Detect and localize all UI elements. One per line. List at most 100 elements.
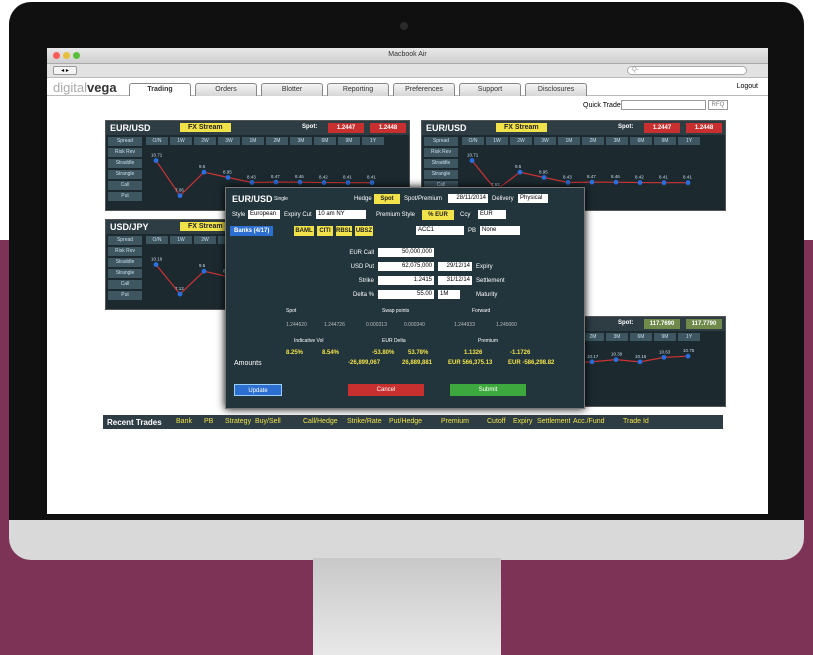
tenor-3m[interactable]: 3M	[606, 333, 628, 341]
column-header[interactable]: Buy/Sell	[255, 418, 281, 425]
tenor-2m[interactable]: 2M	[582, 137, 604, 145]
back-forward-button[interactable]: ◂ ▸	[53, 66, 77, 75]
bid-price-button[interactable]: 117.7690	[644, 319, 680, 329]
currency-pair[interactable]: USD/JPY	[110, 222, 149, 232]
spot-button[interactable]: Spot	[374, 194, 400, 204]
date-field[interactable]: 28/11/2014	[448, 194, 488, 203]
logout-link[interactable]: Logout	[737, 83, 758, 90]
bank-citi-button[interactable]: CITI	[317, 226, 333, 236]
bank-ubsz-button[interactable]: UBSZ	[355, 226, 373, 236]
tab-support[interactable]: Support	[459, 83, 521, 96]
tab-disclosures[interactable]: Disclosures	[525, 83, 587, 96]
tenor-2w[interactable]: 2W	[194, 236, 216, 244]
strategy-strangle-button[interactable]: Strangle	[424, 170, 458, 179]
delta-input[interactable]: 55.00	[378, 290, 434, 299]
tab-blotter[interactable]: Blotter	[261, 83, 323, 96]
column-header[interactable]: Bank	[176, 418, 192, 425]
pb-select[interactable]: None	[480, 226, 520, 235]
tab-orders[interactable]: Orders	[195, 83, 257, 96]
column-header[interactable]: Cutoff	[487, 418, 506, 425]
offer-price-button[interactable]: 1.2448	[370, 123, 406, 133]
strategy-straddle-button[interactable]: Straddle	[108, 159, 142, 168]
column-header[interactable]: Acc./Fund	[573, 418, 605, 425]
column-header[interactable]: Call/Hedge	[303, 418, 338, 425]
tenor-1y[interactable]: 1Y	[678, 137, 700, 145]
column-header[interactable]: Premium	[441, 418, 469, 425]
tenor-on[interactable]: O/N	[146, 236, 168, 244]
expiry-date-input[interactable]: 29/12/14	[438, 262, 472, 271]
tenor-6m[interactable]: 6M	[630, 333, 652, 341]
banks-button[interactable]: Banks (4/17)	[230, 226, 274, 236]
strategy-put-button[interactable]: Put	[108, 192, 142, 201]
eur-call-input[interactable]: 50,000,000	[378, 248, 434, 257]
column-header[interactable]: Settlement	[537, 418, 570, 425]
quick-trade-input[interactable]	[621, 100, 706, 110]
tenor-2m[interactable]: 2M	[582, 333, 604, 341]
tenor-6m[interactable]: 6M	[630, 137, 652, 145]
update-button[interactable]: Update	[234, 384, 282, 396]
tenor-3w[interactable]: 3W	[534, 137, 556, 145]
tenor-6m[interactable]: 6M	[314, 137, 336, 145]
fx-stream-button[interactable]: FX Stream	[180, 123, 231, 132]
strategy-call-button[interactable]: Call	[108, 280, 142, 289]
strategy-risk-rev-button[interactable]: Risk Rev	[108, 148, 142, 157]
usd-put-input[interactable]: 62,075,000	[378, 262, 434, 271]
tenor-9m[interactable]: 9M	[654, 137, 676, 145]
strategy-risk-rev-button[interactable]: Risk Rev	[108, 247, 142, 256]
tenor-1w[interactable]: 1W	[486, 137, 508, 145]
column-header[interactable]: Trade Id	[623, 418, 649, 425]
bid-price-button[interactable]: 1.2447	[328, 123, 364, 133]
strategy-risk-rev-button[interactable]: Risk Rev	[424, 148, 458, 157]
tenor-2m[interactable]: 2M	[266, 137, 288, 145]
fx-stream-button[interactable]: FX Stream	[180, 222, 231, 231]
tenor-1y[interactable]: 1Y	[362, 137, 384, 145]
strategy-spread-button[interactable]: Spread	[108, 137, 142, 146]
tenor-2w[interactable]: 2W	[510, 137, 532, 145]
submit-button[interactable]: Submit	[450, 384, 526, 396]
tenor-3m[interactable]: 3M	[290, 137, 312, 145]
column-header[interactable]: Strategy	[225, 418, 251, 425]
strategy-spread-button[interactable]: Spread	[424, 137, 458, 146]
ccy-select[interactable]: EUR	[478, 210, 506, 219]
tenor-1y[interactable]: 1Y	[678, 333, 700, 341]
tenor-9m[interactable]: 9M	[338, 137, 360, 145]
strategy-call-button[interactable]: Call	[108, 181, 142, 190]
currency-pair[interactable]: EUR/USD	[426, 123, 467, 133]
column-header[interactable]: Expiry	[513, 418, 532, 425]
tenor-3m[interactable]: 3M	[606, 137, 628, 145]
bank-rbsl-button[interactable]: RBSL	[336, 226, 352, 236]
offer-price-button[interactable]: 117.7790	[686, 319, 722, 329]
fx-stream-button[interactable]: FX Stream	[496, 123, 547, 132]
column-header[interactable]: PB	[204, 418, 213, 425]
tab-trading[interactable]: Trading	[129, 83, 191, 96]
bank-baml-button[interactable]: BAML	[294, 226, 314, 236]
bid-price-button[interactable]: 1.2447	[644, 123, 680, 133]
column-header[interactable]: Put/Hedge	[389, 418, 422, 425]
strategy-spread-button[interactable]: Spread	[108, 236, 142, 245]
delivery-select[interactable]: Physical	[518, 194, 548, 203]
tenor-select[interactable]: 1M	[438, 290, 460, 299]
tenor-3w[interactable]: 3W	[218, 137, 240, 145]
tenor-on[interactable]: O/N	[146, 137, 168, 145]
tenor-1m[interactable]: 1M	[242, 137, 264, 145]
search-input[interactable]: Q-	[627, 66, 747, 75]
account-select[interactable]: ACC1	[416, 226, 464, 235]
settlement-date-input[interactable]: 31/12/14	[438, 276, 472, 285]
strategy-strangle-button[interactable]: Strangle	[108, 269, 142, 278]
tab-preferences[interactable]: Preferences	[393, 83, 455, 96]
tenor-on[interactable]: O/N	[462, 137, 484, 145]
strategy-put-button[interactable]: Put	[108, 291, 142, 300]
tab-reporting[interactable]: Reporting	[327, 83, 389, 96]
strategy-straddle-button[interactable]: Straddle	[424, 159, 458, 168]
cancel-button[interactable]: Cancel	[348, 384, 424, 396]
tenor-1m[interactable]: 1M	[558, 137, 580, 145]
tenor-1w[interactable]: 1W	[170, 236, 192, 244]
rfq-button[interactable]: RFQ	[708, 100, 728, 110]
strike-input[interactable]: 1.2415	[378, 276, 434, 285]
column-header[interactable]: Strike/Rate	[347, 418, 382, 425]
style-select[interactable]: European	[248, 210, 280, 219]
percent-eur-button[interactable]: % EUR	[422, 210, 454, 220]
tenor-2w[interactable]: 2W	[194, 137, 216, 145]
strategy-strangle-button[interactable]: Strangle	[108, 170, 142, 179]
tenor-1w[interactable]: 1W	[170, 137, 192, 145]
